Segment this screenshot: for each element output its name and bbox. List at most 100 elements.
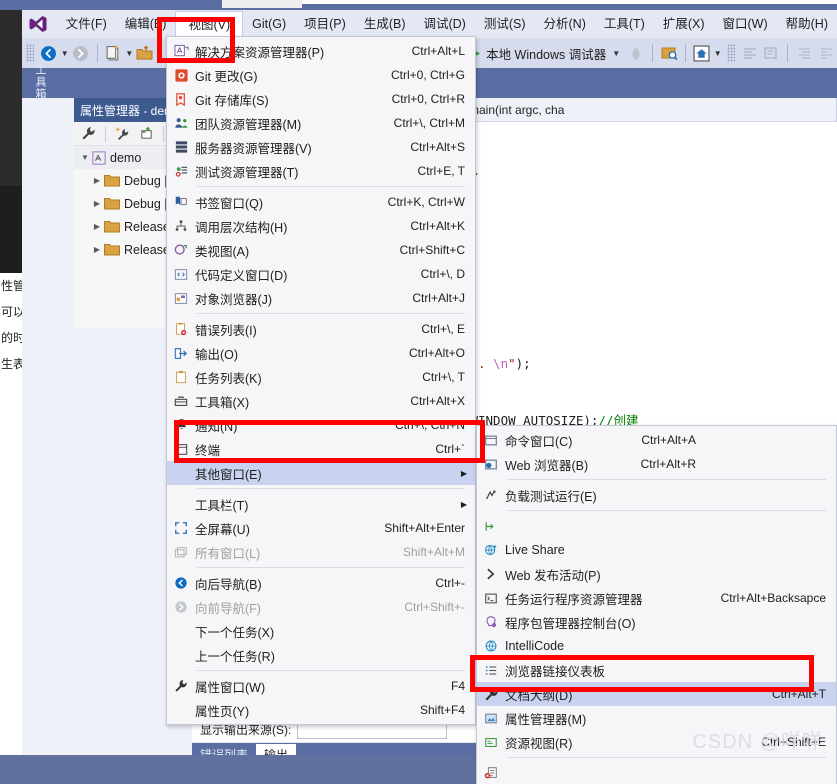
- menu-item-server-explorer[interactable]: 服务器资源管理器(V) Ctrl+Alt+S: [167, 135, 475, 159]
- member-dropdown[interactable]: main(int argc, cha: [444, 97, 837, 122]
- toolbar-separator: [787, 44, 789, 62]
- menu-item-error-list[interactable]: 错误列表(I) Ctrl+\, E: [167, 317, 475, 341]
- home-icon[interactable]: [691, 42, 713, 64]
- submenu-item-web-browser[interactable]: Web 浏览器(B) Ctrl+Alt+R: [477, 452, 836, 476]
- submenu-item-property-manager[interactable]: 文档大纲(D) Ctrl+Alt+T: [477, 682, 836, 706]
- screenshot-root: 性管 可以 的时 生表 文件(F) 编辑(E) 视图(V) Git(G) 项目(…: [0, 0, 837, 784]
- menu-tools[interactable]: 工具(T): [595, 11, 654, 37]
- home-chevron-down-icon[interactable]: ▼: [713, 42, 723, 64]
- menu-window[interactable]: 窗口(W): [714, 11, 777, 37]
- chevron-collapsed-icon[interactable]: ▶: [90, 245, 104, 254]
- submenu-item-command-window[interactable]: 命令窗口(C) Ctrl+Alt+A: [477, 428, 836, 452]
- new-item-chevron-down-icon[interactable]: ▼: [124, 42, 134, 64]
- menu-item-code-definition-window[interactable]: 代码定义窗口(D) Ctrl+\, D: [167, 262, 475, 286]
- submenu-item-task-runner-explorer[interactable]: Web 发布活动(P): [477, 562, 836, 586]
- menu-item-git-changes[interactable]: Git 更改(G) Ctrl+0, Ctrl+G: [167, 63, 475, 87]
- menu-test[interactable]: 测试(S): [475, 11, 535, 37]
- hot-reload-icon: [625, 42, 647, 64]
- back-dropdown-chevron-down-icon[interactable]: ▼: [60, 42, 70, 64]
- tab-error-list[interactable]: 错误列表: [192, 744, 256, 755]
- test-explorer-icon: [167, 164, 195, 178]
- menu-item-notifications[interactable]: 通知(N) Ctrl+\, Ctrl+N: [167, 413, 475, 437]
- menu-item-git-repository[interactable]: Git 存储库(S) Ctrl+0, Ctrl+R: [167, 87, 475, 111]
- submenu-item-web-publish-activity[interactable]: Live Share: [477, 538, 836, 562]
- open-folder-icon[interactable]: [134, 42, 156, 64]
- menu-item-output[interactable]: 输出(O) Ctrl+Alt+O: [167, 341, 475, 365]
- submenu-item-label: Web 浏览器(B): [505, 458, 589, 473]
- submenu-item-live-share[interactable]: [477, 514, 836, 538]
- menu-item-object-browser[interactable]: 对象浏览器(J) Ctrl+Alt+J: [167, 286, 475, 310]
- menu-item-toolbox[interactable]: 工具箱(X) Ctrl+Alt+X: [167, 389, 475, 413]
- menu-item-property-pages[interactable]: 属性页(Y) Shift+F4: [167, 698, 475, 722]
- submenu-item-code-metrics-results[interactable]: [477, 761, 836, 784]
- menu-item-other-windows[interactable]: 其他窗口(E) ▶: [167, 461, 475, 485]
- menu-item-navigate-backward[interactable]: 向后导航(B) Ctrl+-: [167, 571, 475, 595]
- menu-analyze[interactable]: 分析(N): [535, 11, 595, 37]
- new-item-icon[interactable]: [103, 42, 125, 64]
- wrench-icon: [477, 687, 505, 702]
- menu-item-solution-explorer[interactable]: 解决方案资源管理器(P) Ctrl+Alt+L: [167, 39, 475, 63]
- team-explorer-icon: [167, 116, 195, 130]
- menu-extensions[interactable]: 扩展(X): [654, 11, 714, 37]
- menu-item-toolbars[interactable]: 工具栏(T) ▶: [167, 492, 475, 516]
- menu-build[interactable]: 生成(B): [355, 11, 415, 37]
- menu-item-label: 服务器资源管理器(V): [195, 141, 312, 156]
- menu-file[interactable]: 文件(F): [57, 11, 116, 37]
- menu-item-class-view[interactable]: 类视图(A) Ctrl+Shift+C: [167, 238, 475, 262]
- toolbox-vertical-tab[interactable]: 工具箱: [30, 40, 48, 120]
- menu-item-test-explorer[interactable]: 测试资源管理器(T) Ctrl+E, T: [167, 159, 475, 183]
- menu-item-next-task[interactable]: 下一个任务(X): [167, 619, 475, 643]
- menu-help[interactable]: 帮助(H): [777, 11, 837, 37]
- indent-icon: [739, 42, 761, 64]
- menu-project[interactable]: 项目(P): [295, 11, 355, 37]
- wrench-sparkle-icon[interactable]: [112, 123, 133, 145]
- add-project-sheet-icon[interactable]: [136, 123, 157, 145]
- submenu-item-document-outline[interactable]: 浏览器链接仪表板: [477, 658, 836, 682]
- tree-root-label: demo: [110, 150, 142, 165]
- menu-item-bookmark-window[interactable]: 书签窗口(Q) Ctrl+K, Ctrl+W: [167, 190, 475, 214]
- menu-item-label: 工具箱(X): [195, 395, 250, 410]
- browser-link-icon: [477, 639, 505, 653]
- menu-separator: [197, 186, 465, 187]
- menu-item-label: 终端: [195, 443, 221, 458]
- background-dark-strip-top: [0, 0, 22, 186]
- toolbox-icon: [167, 395, 195, 408]
- wrench-icon[interactable]: [78, 123, 99, 145]
- menu-debug[interactable]: 调试(D): [414, 11, 474, 37]
- submenu-item-label: 文档大纲(D): [505, 688, 573, 703]
- chevron-collapsed-icon[interactable]: ▶: [90, 222, 104, 231]
- menu-view[interactable]: 视图(V): [175, 10, 244, 38]
- submenu-item-label: 命令窗口(C): [505, 434, 573, 449]
- chevron-collapsed-icon[interactable]: ▶: [90, 176, 104, 185]
- start-debugging-button[interactable]: 本地 Windows 调试器 ▼: [465, 42, 625, 64]
- tab-output[interactable]: 输出: [256, 744, 297, 755]
- chevron-collapsed-icon[interactable]: ▶: [90, 199, 104, 208]
- wrench-icon: [167, 679, 195, 693]
- menu-item-fullscreen[interactable]: 全屏幕(U) Shift+Alt+Enter: [167, 516, 475, 540]
- menu-item-shortcut: Ctrl+Alt+X: [410, 394, 465, 408]
- menu-item-label: 调用层次结构(H): [195, 220, 288, 235]
- submenu-item-load-test-run[interactable]: 负载测试运行(E): [477, 483, 836, 507]
- submenu-item-intellicode[interactable]: 程序包管理器控制台(O): [477, 610, 836, 634]
- find-in-files-icon[interactable]: [658, 42, 680, 64]
- menu-item-label: 输出(O): [195, 347, 239, 362]
- menu-item-terminal[interactable]: 终端 Ctrl+`: [167, 437, 475, 461]
- menu-item-properties-window[interactable]: 属性窗口(W) F4: [167, 674, 475, 698]
- start-debugging-chevron-down-icon[interactable]: ▼: [611, 42, 621, 64]
- menu-item-label: 其他窗口(E): [195, 467, 262, 482]
- toolbar-grip[interactable]: [726, 44, 735, 62]
- menu-item-task-list[interactable]: 任务列表(K) Ctrl+\, T: [167, 365, 475, 389]
- submenu-item-label: IntelliCode: [505, 639, 565, 653]
- toolbar-separator: [162, 125, 164, 142]
- member-dropdown-value: main(int argc, cha: [469, 102, 565, 117]
- menu-edit[interactable]: 编辑(E): [116, 11, 176, 37]
- chevron-expanded-icon[interactable]: ▼: [78, 153, 92, 162]
- menu-item-previous-task[interactable]: 上一个任务(R): [167, 643, 475, 667]
- submenu-item-label: Live Share: [505, 543, 565, 557]
- menu-item-navigate-forward: 向前导航(F) Ctrl+Shift+-: [167, 595, 475, 619]
- submenu-item-package-manager-console[interactable]: 任务运行程序资源管理器 Ctrl+Alt+Backsapce: [477, 586, 836, 610]
- menu-item-call-hierarchy[interactable]: 调用层次结构(H) Ctrl+Alt+K: [167, 214, 475, 238]
- submenu-item-browser-link-dashboard[interactable]: IntelliCode: [477, 634, 836, 658]
- menu-item-team-explorer[interactable]: 团队资源管理器(M) Ctrl+\, Ctrl+M: [167, 111, 475, 135]
- menu-git[interactable]: Git(G): [243, 11, 295, 37]
